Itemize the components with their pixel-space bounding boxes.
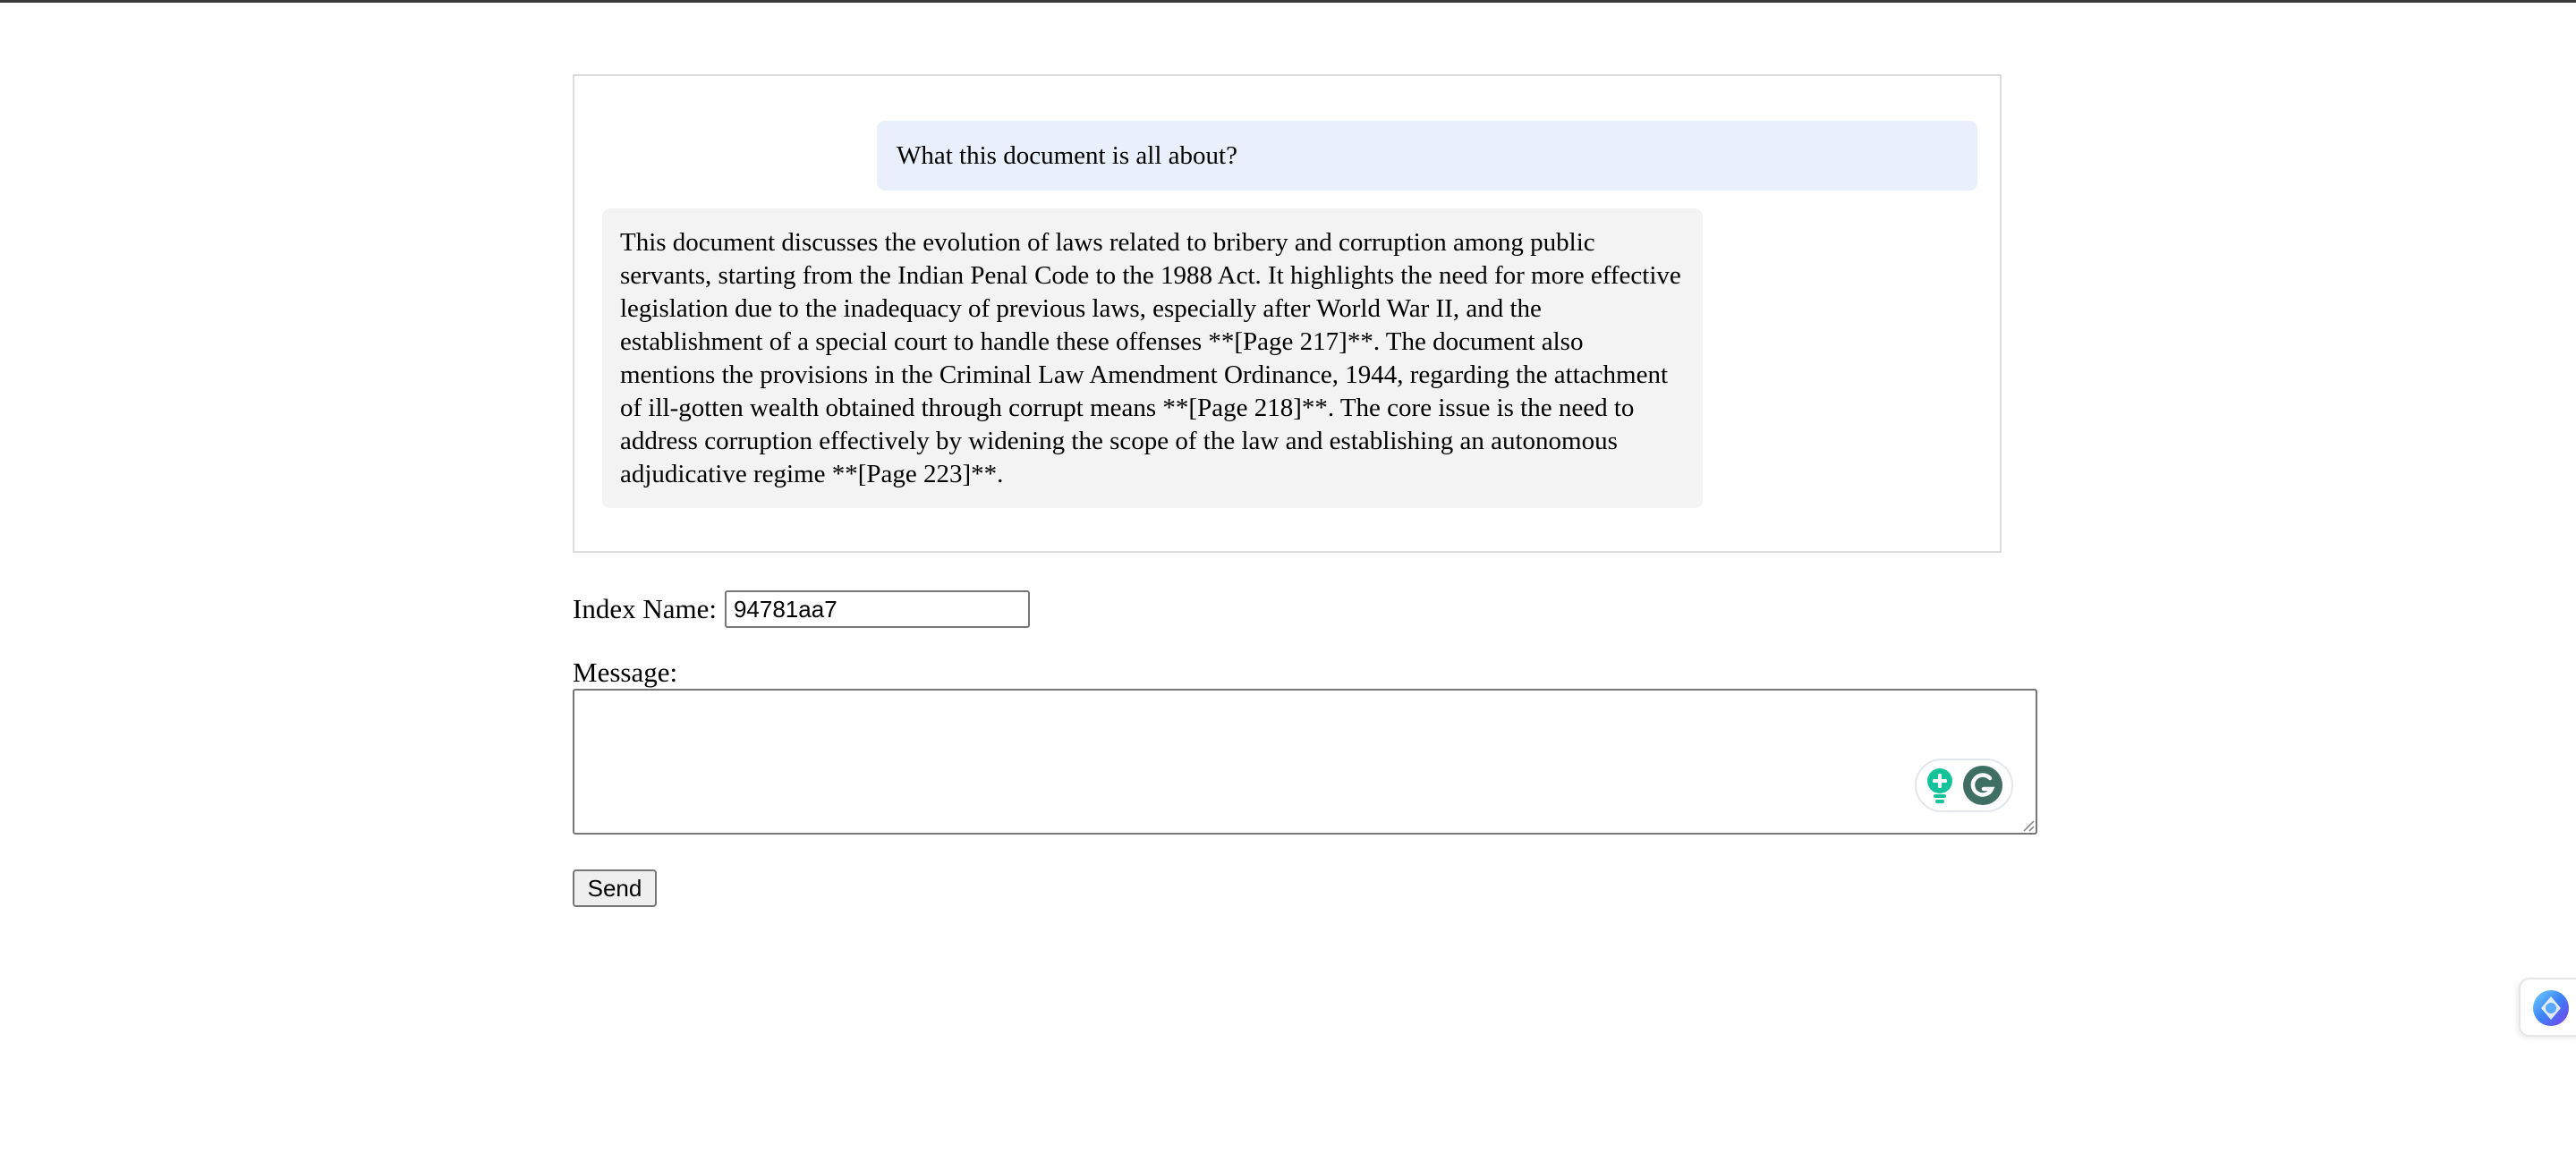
index-name-row: Index Name: — [573, 590, 1030, 628]
assistant-orb-icon[interactable] — [2531, 988, 2571, 1028]
lightbulb-plus-icon[interactable] — [1925, 767, 1955, 804]
grammarly-widget[interactable] — [1915, 759, 2013, 812]
index-name-label: Index Name: — [573, 593, 717, 624]
user-message-text: What this document is all about? — [897, 140, 1237, 170]
chat-history-panel[interactable]: What this document is all about? This do… — [573, 74, 2002, 553]
assistant-message-text: This document discusses the evolution of… — [620, 228, 1681, 488]
user-message-bubble: What this document is all about? — [877, 121, 1977, 191]
grammarly-g-icon[interactable] — [1962, 765, 2003, 806]
side-assistant-widget[interactable] — [2519, 978, 2576, 1037]
top-border — [0, 0, 2576, 3]
assistant-message-bubble: This document discusses the evolution of… — [602, 208, 1703, 508]
send-button[interactable]: Send — [573, 869, 657, 907]
message-textarea[interactable] — [573, 689, 2037, 835]
index-name-input[interactable] — [724, 590, 1030, 628]
resize-grip-icon[interactable] — [2020, 818, 2035, 832]
message-label: Message: — [573, 657, 678, 688]
